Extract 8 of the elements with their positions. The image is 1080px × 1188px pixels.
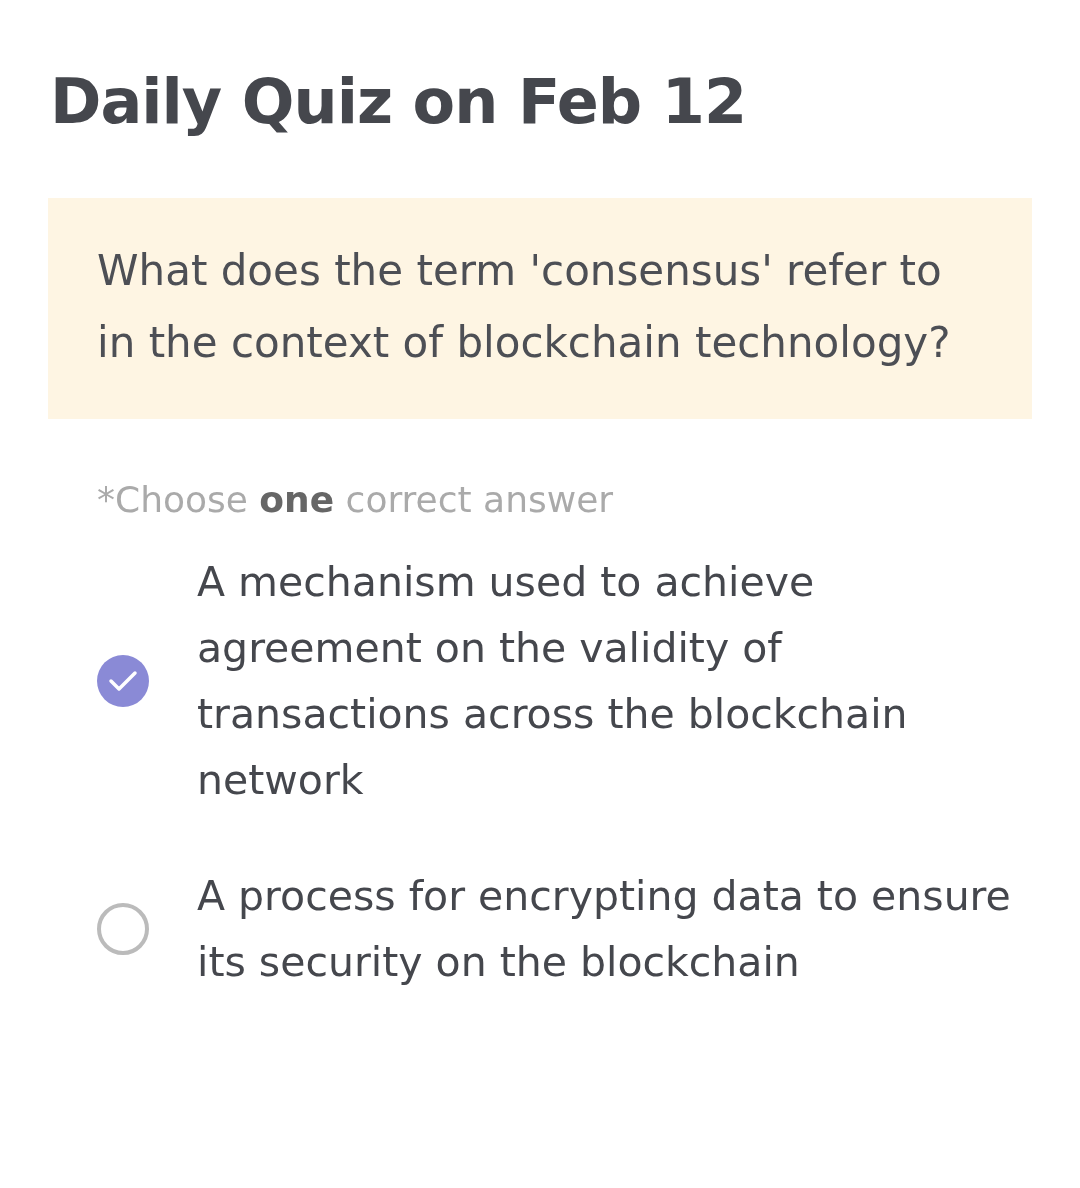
radio-button[interactable] [97,655,149,707]
instruction-text: *Choose one correct answer [97,478,615,522]
radio-button[interactable] [97,903,149,955]
check-icon [108,670,138,692]
question-text: What does the term 'consensus' refer to in the context of blockchain technology? [48,198,1032,419]
option-label[interactable]: A mechanism used to achieve agreement on the validity of transactions across the blockchain network [197,549,1037,813]
option-label[interactable]: A process for encrypting data to ensure its security on the blockchain [197,863,1037,995]
quiz-title: Daily Quiz on Feb 12 [50,64,748,140]
